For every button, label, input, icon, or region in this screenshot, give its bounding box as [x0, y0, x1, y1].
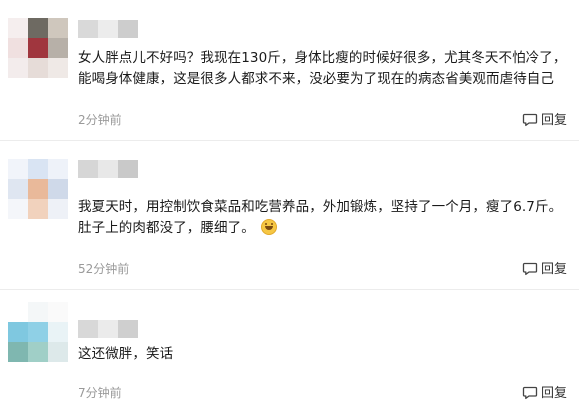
reply-button[interactable]: 回复: [522, 258, 567, 277]
avatar-pixel: [48, 179, 68, 199]
avatar-pixel: [8, 342, 28, 362]
avatar[interactable]: [8, 159, 68, 219]
comment-line: 肚子上的肉都没了，腰细了。: [78, 218, 573, 239]
avatar-pixel: [8, 159, 28, 179]
username-pixel: [98, 20, 118, 38]
comment-item: 这还微胖，笑话 7分钟前 回复: [0, 290, 579, 419]
avatar-pixel: [8, 58, 28, 78]
avatar-pixel: [48, 159, 68, 179]
avatar-pixel: [8, 38, 28, 58]
comment-line: 这还微胖，笑话: [78, 346, 174, 362]
grin-emoji-icon: [260, 219, 277, 235]
avatar-pixel: [48, 18, 68, 38]
avatar-pixel: [8, 322, 28, 342]
username-blurred[interactable]: [78, 20, 138, 38]
username-pixel: [78, 20, 98, 38]
timestamp: 52分钟前: [78, 262, 130, 276]
avatar-pixel: [8, 199, 28, 219]
avatar-pixel: [28, 18, 48, 38]
reply-label: 回复: [540, 262, 567, 277]
avatar-pixel: [28, 302, 48, 322]
avatar-pixel: [28, 199, 48, 219]
comment-bubble-icon: [522, 386, 538, 399]
avatar-pixel: [28, 342, 48, 362]
avatar[interactable]: [8, 302, 68, 362]
comment-item: 女人胖点儿不好吗？我现在130斤，身体比瘦的时候好很多，尤其冬天不怕冷了， 能喝…: [0, 0, 579, 140]
username-pixel: [78, 320, 98, 338]
avatar-pixel: [28, 38, 48, 58]
username-pixel: [98, 160, 118, 178]
username-pixel: [118, 320, 138, 338]
comment-text: 我夏天时，用控制饮食菜品和吃营养品，外加锻炼，坚持了一个月，瘦了6.7斤。 肚子…: [78, 197, 573, 239]
avatar[interactable]: [8, 18, 68, 78]
username-pixel: [118, 20, 138, 38]
username-pixel: [78, 160, 98, 178]
avatar-pixel: [8, 18, 28, 38]
comment-line-text: 肚子上的肉都没了，腰细了。: [78, 220, 255, 236]
avatar-pixel: [8, 302, 28, 322]
username-blurred[interactable]: [78, 320, 138, 338]
comment-line: 我夏天时，用控制饮食菜品和吃营养品，外加锻炼，坚持了一个月，瘦了6.7斤。: [78, 199, 563, 215]
avatar-pixel: [28, 179, 48, 199]
timestamp: 2分钟前: [78, 113, 122, 127]
comment-bubble-icon: [522, 262, 538, 275]
avatar-pixel: [48, 38, 68, 58]
avatar-pixel: [28, 58, 48, 78]
avatar-pixel: [28, 159, 48, 179]
comment-line: 女人胖点儿不好吗？我现在130斤，身体比瘦的时候好很多，尤其冬天不怕冷了，: [78, 50, 567, 66]
reply-button[interactable]: 回复: [522, 109, 567, 128]
reply-button[interactable]: 回复: [522, 382, 567, 401]
timestamp: 7分钟前: [78, 386, 122, 400]
username-pixel: [118, 160, 138, 178]
avatar-pixel: [48, 322, 68, 342]
username-pixel: [98, 320, 118, 338]
comment-line: 能喝身体健康，这是很多人都求不来，没必要为了现在的病态省美观而虐待自己: [78, 71, 554, 87]
avatar-pixel: [48, 302, 68, 322]
username-blurred[interactable]: [78, 160, 138, 178]
comment-text: 这还微胖，笑话: [78, 344, 573, 365]
avatar-pixel: [48, 58, 68, 78]
reply-label: 回复: [540, 386, 567, 401]
avatar-pixel: [48, 342, 68, 362]
reply-label: 回复: [540, 113, 567, 128]
avatar-pixel: [28, 322, 48, 342]
comment-item: 我夏天时，用控制饮食菜品和吃营养品，外加锻炼，坚持了一个月，瘦了6.7斤。 肚子…: [0, 141, 579, 289]
avatar-pixel: [8, 179, 28, 199]
avatar-pixel: [48, 199, 68, 219]
comment-text: 女人胖点儿不好吗？我现在130斤，身体比瘦的时候好很多，尤其冬天不怕冷了， 能喝…: [78, 48, 573, 90]
comment-bubble-icon: [522, 113, 538, 126]
